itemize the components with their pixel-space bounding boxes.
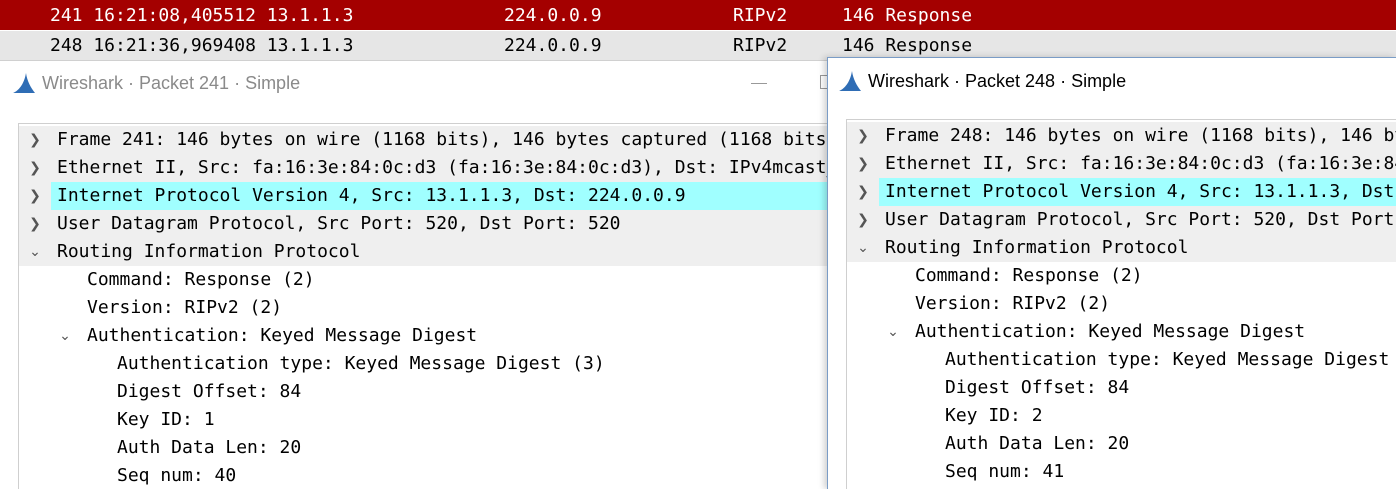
tree-item-command[interactable]: Command: Response (2) <box>847 262 1396 290</box>
chevron-right-icon[interactable]: ❯ <box>25 182 45 210</box>
packet-proto: RIPv2 <box>733 5 788 26</box>
packet-list: 241 16:21:08,405512 13.1.1.3 224.0.0.9 R… <box>0 0 1396 61</box>
packet-info: 146 Response <box>842 35 973 56</box>
chevron-down-icon[interactable]: ⌄ <box>25 238 45 266</box>
tree-item-label: Digest Offset: 84 <box>117 381 302 402</box>
tree-item-label: User Datagram Protocol, Src Port: 520, D… <box>57 213 621 234</box>
tree-item-label: Auth Data Len: 20 <box>945 433 1130 454</box>
packet-no-time-src: 241 16:21:08,405512 13.1.1.3 <box>50 5 354 26</box>
tree-item-label: Ethernet II, Src: fa:16:3e:84:0c:d3 (fa:… <box>885 153 1396 174</box>
tree-item-digest-offset[interactable]: Digest Offset: 84 <box>19 378 830 406</box>
tree-item-label: Seq num: 41 <box>945 461 1065 482</box>
chevron-right-icon[interactable]: ❯ <box>853 122 873 150</box>
tree-item-label: Routing Information Protocol <box>885 237 1189 258</box>
tree-item-authentication[interactable]: ⌄ Authentication: Keyed Message Digest <box>19 322 830 350</box>
tree-item-label: Command: Response (2) <box>915 265 1143 286</box>
tree-item-frame[interactable]: ❯ Frame 248: 146 bytes on wire (1168 bit… <box>847 122 1396 150</box>
packet-241-window: Wireshark · Packet 241 · Simple ❯ Frame … <box>0 60 830 489</box>
chevron-down-icon[interactable]: ⌄ <box>55 322 75 350</box>
tree-item-version[interactable]: Version: RIPv2 (2) <box>19 294 830 322</box>
chevron-down-icon[interactable]: ⌄ <box>853 234 873 262</box>
title-bar[interactable]: Wireshark · Packet 241 · Simple <box>0 61 830 105</box>
chevron-right-icon[interactable]: ❯ <box>853 206 873 234</box>
tree-item-key-id[interactable]: Key ID: 2 <box>847 402 1396 430</box>
tree-item-label: Internet Protocol Version 4, Src: 13.1.1… <box>885 181 1396 202</box>
packet-dst: 224.0.0.9 <box>504 35 602 56</box>
tree-item-auth-data-len[interactable]: Auth Data Len: 20 <box>847 430 1396 458</box>
tree-item-auth-type[interactable]: Authentication type: Keyed Message Diges… <box>847 346 1396 374</box>
packet-info: 146 Response <box>842 5 973 26</box>
chevron-right-icon[interactable]: ❯ <box>25 126 45 154</box>
window-title: Wireshark · Packet 241 · Simple <box>42 73 301 93</box>
packet-248-window: Wireshark · Packet 248 · Simple ❯ Frame … <box>827 57 1396 489</box>
minimize-button[interactable] <box>751 83 767 84</box>
tree-item-ethernet[interactable]: ❯ Ethernet II, Src: fa:16:3e:84:0c:d3 (f… <box>847 150 1396 178</box>
tree-item-label: Ethernet II, Src: fa:16:3e:84:0c:d3 (fa:… <box>57 157 830 178</box>
title-bar[interactable]: Wireshark · Packet 248 · Simple <box>828 58 1396 102</box>
tree-item-label: Seq num: 40 <box>117 465 237 486</box>
tree-item-label: Auth Data Len: 20 <box>117 437 302 458</box>
chevron-right-icon[interactable]: ❯ <box>853 178 873 206</box>
tree-item-label: Frame 248: 146 bytes on wire (1168 bits)… <box>885 125 1396 146</box>
tree-item-seq-num[interactable]: Seq num: 41 <box>847 458 1396 486</box>
tree-item-rip[interactable]: ⌄ Routing Information Protocol <box>847 234 1396 262</box>
tree-item-label: Key ID: 1 <box>117 409 215 430</box>
tree-item-udp[interactable]: ❯ User Datagram Protocol, Src Port: 520,… <box>19 210 830 238</box>
packet-details-tree: ❯ Frame 248: 146 bytes on wire (1168 bit… <box>846 119 1396 489</box>
tree-item-label: Command: Response (2) <box>87 269 315 290</box>
packet-no-time-src: 248 16:21:36,969408 13.1.1.3 <box>50 35 354 56</box>
tree-item-authentication[interactable]: ⌄ Authentication: Keyed Message Digest <box>847 318 1396 346</box>
tree-item-ethernet[interactable]: ❯ Ethernet II, Src: fa:16:3e:84:0c:d3 (f… <box>19 154 830 182</box>
tree-item-ip[interactable]: ❯ Internet Protocol Version 4, Src: 13.1… <box>19 182 830 210</box>
tree-item-label: Version: RIPv2 (2) <box>915 293 1111 314</box>
wireshark-fin-icon <box>13 73 35 93</box>
packet-proto: RIPv2 <box>733 35 788 56</box>
tree-item-ip[interactable]: ❯ Internet Protocol Version 4, Src: 13.1… <box>847 178 1396 206</box>
wireshark-fin-icon <box>839 71 861 91</box>
tree-item-frame[interactable]: ❯ Frame 241: 146 bytes on wire (1168 bit… <box>19 126 830 154</box>
tree-item-version[interactable]: Version: RIPv2 (2) <box>847 290 1396 318</box>
tree-item-udp[interactable]: ❯ User Datagram Protocol, Src Port: 520,… <box>847 206 1396 234</box>
tree-item-seq-num[interactable]: Seq num: 40 <box>19 462 830 489</box>
chevron-right-icon[interactable]: ❯ <box>853 150 873 178</box>
tree-item-label: Version: RIPv2 (2) <box>87 297 283 318</box>
tree-item-label: Digest Offset: 84 <box>945 377 1130 398</box>
tree-item-label: User Datagram Protocol, Src Port: 520, D… <box>885 209 1396 230</box>
tree-item-auth-type[interactable]: Authentication type: Keyed Message Diges… <box>19 350 830 378</box>
tree-item-rip[interactable]: ⌄ Routing Information Protocol <box>19 238 830 266</box>
tree-item-label: Authentication type: Keyed Message Diges… <box>945 349 1396 370</box>
tree-item-label: Routing Information Protocol <box>57 241 361 262</box>
tree-item-label: Authentication type: Keyed Message Diges… <box>117 353 605 374</box>
packet-details-tree: ❯ Frame 241: 146 bytes on wire (1168 bit… <box>18 123 830 489</box>
tree-item-command[interactable]: Command: Response (2) <box>19 266 830 294</box>
window-title: Wireshark · Packet 248 · Simple <box>868 71 1127 91</box>
tree-item-digest-offset[interactable]: Digest Offset: 84 <box>847 374 1396 402</box>
packet-dst: 224.0.0.9 <box>504 5 602 26</box>
chevron-right-icon[interactable]: ❯ <box>25 210 45 238</box>
chevron-down-icon[interactable]: ⌄ <box>883 318 903 346</box>
tree-item-auth-data-len[interactable]: Auth Data Len: 20 <box>19 434 830 462</box>
tree-item-label: Frame 241: 146 bytes on wire (1168 bits)… <box>57 129 830 150</box>
chevron-right-icon[interactable]: ❯ <box>25 154 45 182</box>
packet-row-241[interactable]: 241 16:21:08,405512 13.1.1.3 224.0.0.9 R… <box>0 0 1396 30</box>
tree-item-label: Key ID: 2 <box>945 405 1043 426</box>
tree-item-label: Internet Protocol Version 4, Src: 13.1.1… <box>57 185 686 206</box>
tree-item-label: Authentication: Keyed Message Digest <box>915 321 1306 342</box>
tree-item-label: Authentication: Keyed Message Digest <box>87 325 478 346</box>
tree-item-key-id[interactable]: Key ID: 1 <box>19 406 830 434</box>
